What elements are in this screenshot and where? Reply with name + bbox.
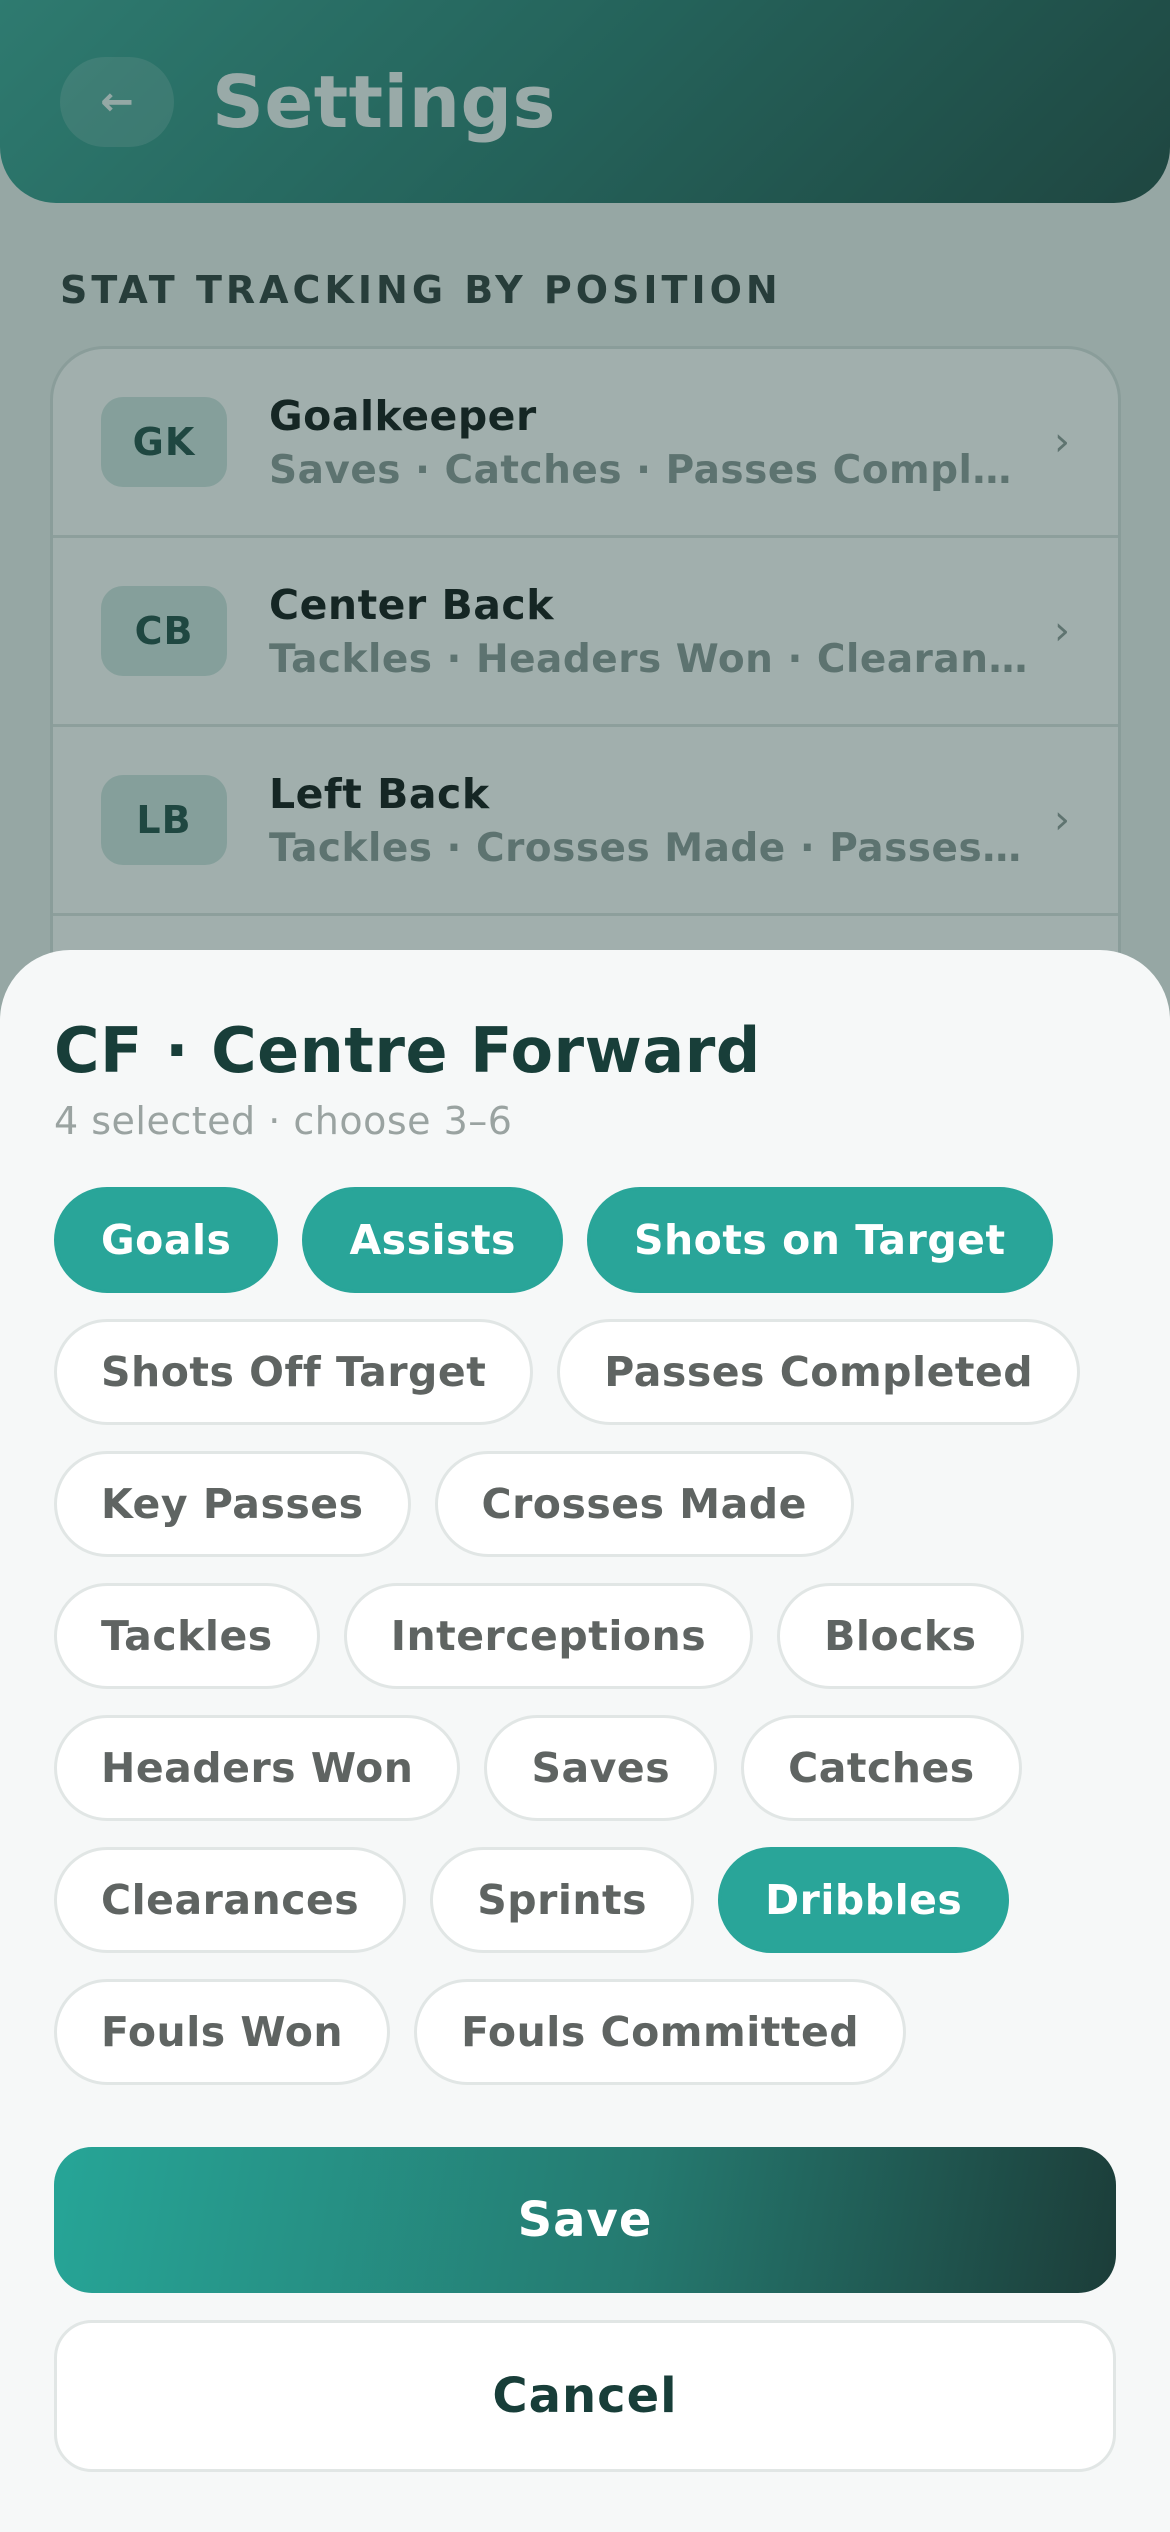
stat-chip-sprints[interactable]: Sprints — [430, 1847, 695, 1953]
app-root: ← Settings STAT TRACKING BY POSITION GK … — [0, 0, 1170, 2532]
stat-chip-blocks[interactable]: Blocks — [777, 1583, 1024, 1689]
sheet-title: CF · Centre Forward — [54, 1014, 761, 1087]
stat-chip-interceptions[interactable]: Interceptions — [343, 1583, 754, 1689]
stat-chip-saves[interactable]: Saves — [484, 1715, 718, 1821]
selection-count: 4 selected · choose 3–6 — [54, 1099, 513, 1143]
stat-chip-catches[interactable]: Catches — [741, 1715, 1022, 1821]
stat-selection-sheet: CF · Centre Forward 4 selected · choose … — [0, 950, 1170, 2532]
stat-chip-headers-won[interactable]: Headers Won — [54, 1715, 461, 1821]
save-button[interactable]: Save — [54, 2147, 1116, 2293]
stat-chip-shots-on-target[interactable]: Shots on Target — [586, 1187, 1053, 1293]
stat-chip-passes-completed[interactable]: Passes Completed — [557, 1319, 1081, 1425]
stat-chip-fouls-won[interactable]: Fouls Won — [54, 1979, 391, 2085]
cancel-button[interactable]: Cancel — [54, 2320, 1116, 2472]
stat-chip-assists[interactable]: Assists — [302, 1187, 563, 1293]
stat-chip-clearances[interactable]: Clearances — [54, 1847, 407, 1953]
stat-chip-crosses-made[interactable]: Crosses Made — [434, 1451, 854, 1557]
stat-chip-group: Goals Assists Shots on Target Shots Off Tar… — [54, 1187, 1116, 2085]
stat-chip-shots-off-target[interactable]: Shots Off Target — [54, 1319, 534, 1425]
stat-chip-key-passes[interactable]: Key Passes — [54, 1451, 411, 1557]
stat-chip-tackles[interactable]: Tackles — [54, 1583, 320, 1689]
stat-chip-fouls-committed[interactable]: Fouls Committed — [414, 1979, 907, 2085]
stat-chip-goals[interactable]: Goals — [54, 1187, 279, 1293]
stat-chip-dribbles[interactable]: Dribbles — [718, 1847, 1010, 1953]
